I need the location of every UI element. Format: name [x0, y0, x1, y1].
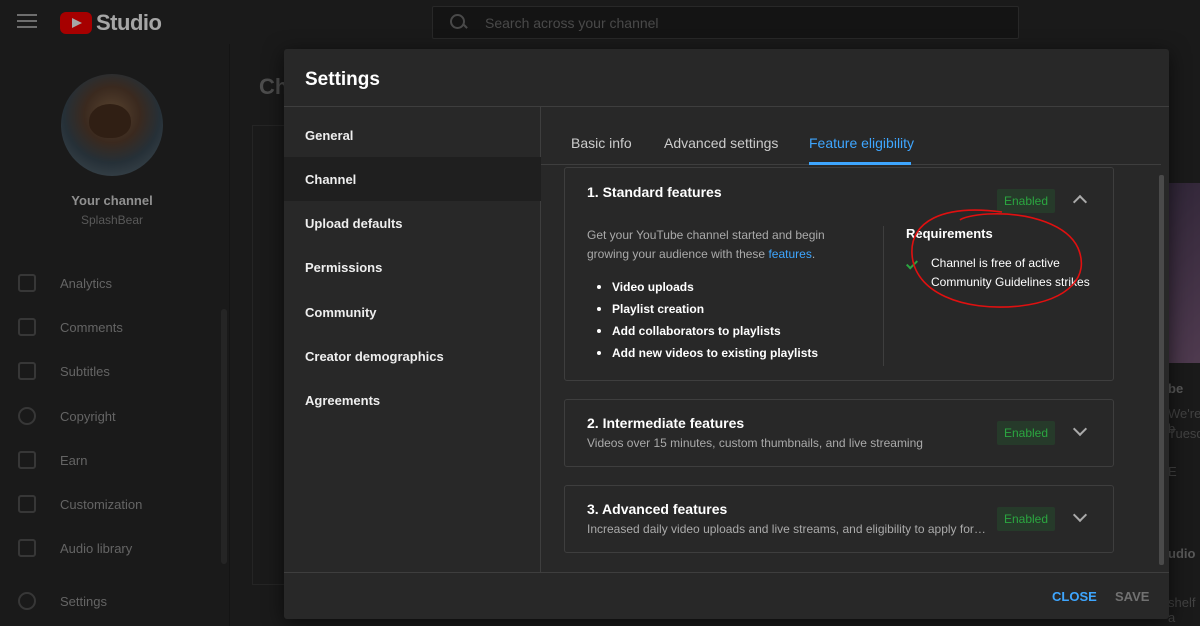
dialog-scrollbar[interactable]	[1159, 175, 1164, 565]
panel-description: Get your YouTube channel started and beg…	[587, 226, 847, 264]
panel-title: 1. Standard features	[587, 184, 722, 200]
intermediate-features-panel[interactable]: 2. Intermediate features Videos over 15 …	[564, 399, 1114, 467]
sidebar-item-creator-demographics[interactable]: Creator demographics	[284, 334, 541, 378]
chevron-down-icon[interactable]	[1072, 421, 1088, 437]
sidebar-item-channel[interactable]: Channel	[284, 157, 541, 201]
chevron-down-icon[interactable]	[1072, 507, 1088, 523]
settings-content: Basic info Advanced settings Feature eli…	[541, 107, 1169, 572]
tab-basic-info[interactable]: Basic info	[571, 135, 632, 151]
panel-subtitle: Increased daily video uploads and live s…	[587, 522, 987, 536]
list-item: Video uploads	[597, 276, 818, 298]
dialog-title: Settings	[305, 69, 380, 90]
list-item: Playlist creation	[597, 298, 818, 320]
tab-advanced-settings[interactable]: Advanced settings	[664, 135, 778, 151]
close-button[interactable]: CLOSE	[1052, 589, 1097, 604]
feature-list: Video uploads Playlist creation Add coll…	[597, 276, 818, 364]
divider	[883, 226, 884, 366]
dialog-header: Settings	[284, 49, 1169, 107]
advanced-features-panel[interactable]: 3. Advanced features Increased daily vid…	[564, 485, 1114, 553]
sidebar-item-agreements[interactable]: Agreements	[284, 378, 541, 422]
sidebar-item-upload-defaults[interactable]: Upload defaults	[284, 201, 541, 245]
dialog-footer: CLOSE SAVE	[284, 572, 1169, 619]
red-annotation-circle	[911, 209, 1083, 308]
description-suffix: .	[811, 247, 816, 261]
panel-title: 3. Advanced features	[587, 501, 728, 517]
panel-title: 2. Intermediate features	[587, 415, 745, 431]
sidebar-item-community[interactable]: Community	[284, 290, 541, 334]
status-badge: Enabled	[997, 421, 1055, 445]
settings-sidebar: General Channel Upload defaults Permissi…	[284, 107, 541, 572]
sidebar-item-permissions[interactable]: Permissions	[284, 245, 541, 289]
features-link[interactable]: features	[768, 247, 811, 261]
tab-feature-eligibility[interactable]: Feature eligibility	[809, 135, 914, 151]
tab-bar: Basic info Advanced settings Feature eli…	[541, 107, 1161, 165]
panel-subtitle: Videos over 15 minutes, custom thumbnail…	[587, 436, 923, 450]
settings-dialog: Settings General Channel Upload defaults…	[284, 49, 1169, 619]
status-badge: Enabled	[997, 507, 1055, 531]
sidebar-item-general[interactable]: General	[284, 113, 541, 157]
standard-features-panel: 1. Standard features Enabled Get your Yo…	[564, 167, 1114, 381]
save-button[interactable]: SAVE	[1115, 589, 1149, 604]
active-tab-indicator	[809, 162, 911, 165]
list-item: Add collaborators to playlists	[597, 320, 818, 342]
list-item: Add new videos to existing playlists	[597, 342, 818, 364]
